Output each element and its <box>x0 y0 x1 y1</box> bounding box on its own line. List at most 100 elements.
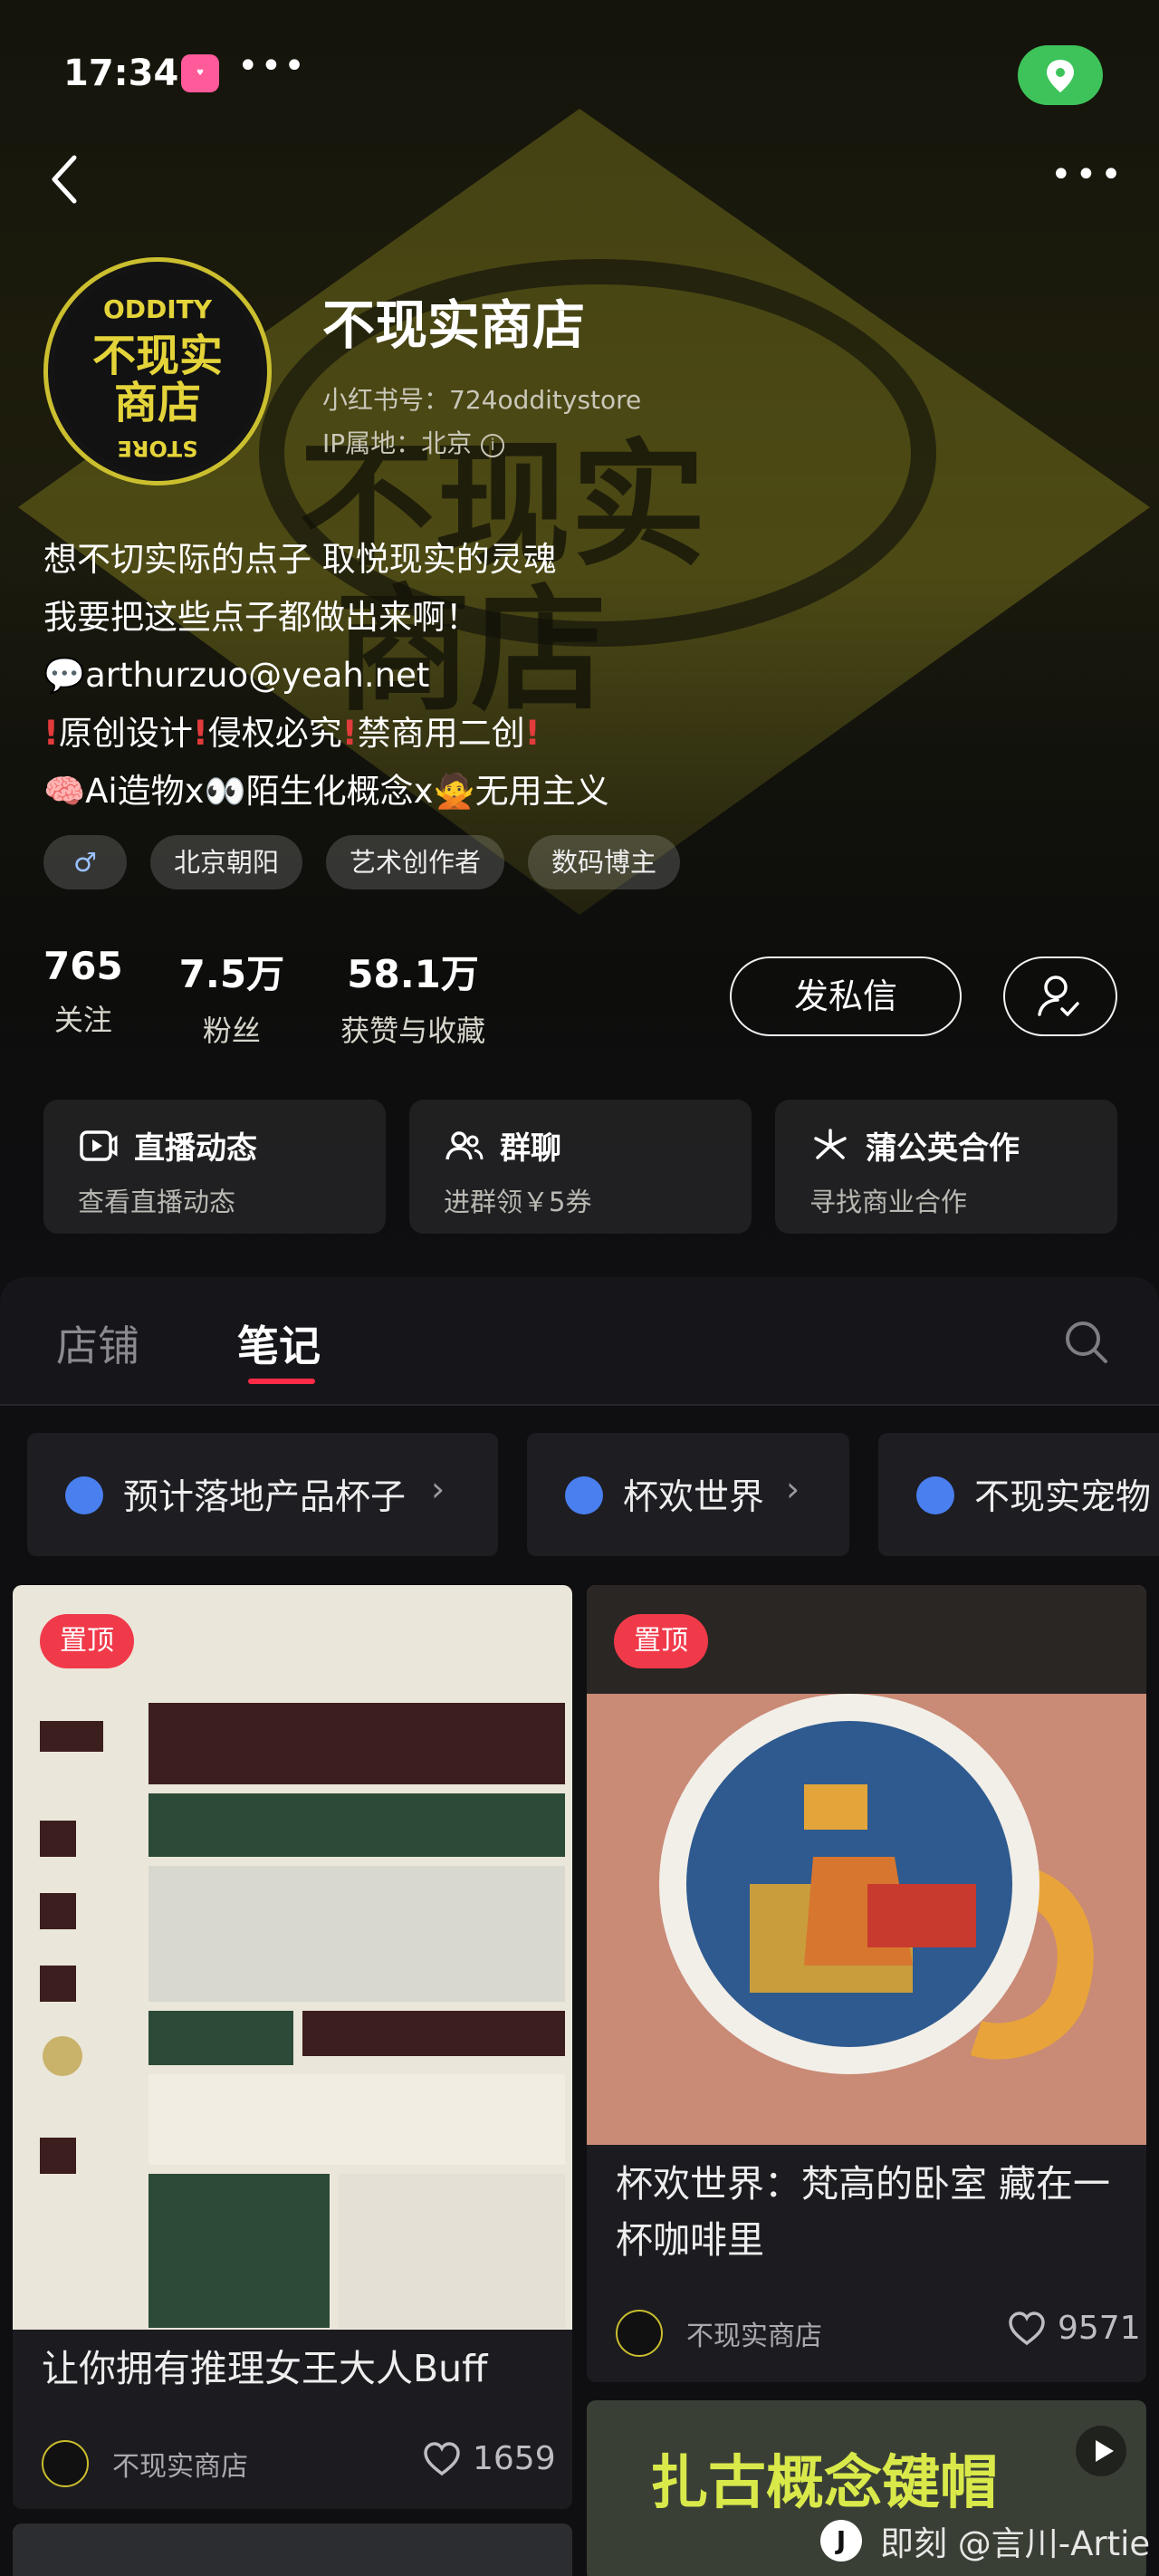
feature-cards: 直播动态 查看直播动态 群聊 进群领￥5券 蒲公英合作 寻找商业合作 <box>43 1100 1117 1234</box>
profile-name: 不现实商店 <box>322 294 586 356</box>
notes-feed: 置顶 让你拥有推理女王大人Buff 不现实商店 1659 置顶 杯欢世界：梵高的… <box>13 1585 1146 2576</box>
note-title: 杯欢世界：梵高的卧室 藏在一杯咖啡里 <box>616 2162 1111 2262</box>
stat-following[interactable]: 765 关注 <box>43 944 123 1050</box>
collection-label: 杯欢世界 <box>623 1477 765 1518</box>
collection-chip[interactable]: 杯欢世界 › <box>527 1433 849 1556</box>
pinned-badge: 置顶 <box>614 1614 708 1668</box>
ip-location: IP属地：北京 i <box>322 424 505 460</box>
bio-line: 💬arthurzuo@yeah.net <box>43 647 609 705</box>
card-dandelion[interactable]: 蒲公英合作 寻找商业合作 <box>775 1100 1117 1234</box>
like-number: 9571 <box>1058 2310 1141 2347</box>
exclamation-icon: ! <box>43 714 59 753</box>
exclamation-icon: ! <box>192 714 208 753</box>
note-title: 让你拥有推理女王大人Buff <box>42 2347 488 2390</box>
more-options-icon[interactable]: ••• <box>1050 154 1125 196</box>
tag-digital: 数码博主 <box>528 835 681 889</box>
like-number: 1659 <box>473 2440 556 2477</box>
author-avatar <box>616 2310 663 2357</box>
bio-text: 侵权必究 <box>207 714 342 753</box>
bio-text: 原创设计 <box>58 714 193 753</box>
app-notification-icon: ♥ <box>181 54 219 92</box>
ip-location-text: IP属地：北京 <box>322 428 473 458</box>
stat-followers[interactable]: 7.5万 粉丝 <box>179 944 284 1050</box>
bio-line: !原创设计!侵权必究!禁商用二创! <box>43 705 609 763</box>
card-subtitle: 寻找商业合作 <box>809 1187 968 1217</box>
author-name: 不现实商店 <box>112 2451 248 2483</box>
stat-label: 粉丝 <box>202 1014 261 1048</box>
active-tab-indicator <box>248 1379 315 1384</box>
stat-label: 获赞与收藏 <box>340 1014 486 1048</box>
tag-artist: 艺术创作者 <box>326 835 505 889</box>
card-subtitle: 进群领￥5券 <box>444 1187 592 1217</box>
note-card[interactable] <box>13 2523 572 2576</box>
collection-label: 预计落地产品杯子 <box>123 1477 407 1518</box>
collection-icon <box>565 1476 603 1514</box>
heart-icon <box>424 2441 460 2475</box>
gender-tag: ♂ <box>43 835 127 889</box>
like-count[interactable]: 1659 <box>422 2440 556 2477</box>
pinned-badge: 置顶 <box>40 1614 134 1668</box>
profile-bio: 想不切实际的点子 取悦现实的灵魂 我要把这些点子都做出来啊！ 💬arthurzu… <box>43 531 609 821</box>
avatar[interactable]: ODDITY 不现实 商店 STORE <box>43 257 272 485</box>
note-cover-coffee-cup <box>587 1585 1146 2145</box>
card-title: 直播动态 <box>134 1130 257 1167</box>
logo-text-bottom: STORE <box>118 436 198 461</box>
back-arrow-icon[interactable] <box>47 152 83 207</box>
chat-bubble-icon: 💬 <box>43 656 86 695</box>
bio-line: 想不切实际的点子 取悦现实的灵魂 <box>43 540 557 579</box>
live-icon <box>80 1130 118 1161</box>
collection-chip[interactable]: 不现实宠物 <box>878 1433 1159 1556</box>
collections-row: 预计落地产品杯子 › 杯欢世界 › 不现实宠物 <box>27 1433 1159 1563</box>
profile-header: 不现实 商店 17:34 ♥ ••• ••• ODDITY 不现实 商店 STO… <box>0 0 1159 1277</box>
logo-text-top: ODDITY <box>103 294 213 324</box>
note-card[interactable]: 置顶 杯欢世界：梵高的卧室 藏在一杯咖啡里 不现实商店 9571 <box>587 1585 1146 2382</box>
card-group-chat[interactable]: 群聊 进群领￥5券 <box>409 1100 752 1234</box>
followed-button[interactable] <box>1003 956 1117 1036</box>
profile-tags: ♂ 北京朝阳 艺术创作者 数码博主 <box>43 835 681 889</box>
oddity-store-logo: ODDITY 不现实 商店 STORE <box>54 268 261 475</box>
exclamation-icon: ! <box>341 714 358 753</box>
user-check-icon <box>1038 976 1079 1016</box>
status-overflow-icon: ••• <box>237 45 307 87</box>
collection-chip[interactable]: 预计落地产品杯子 › <box>27 1433 498 1556</box>
bio-text: 禁商用二创 <box>357 714 525 753</box>
note-cover-keyboard <box>13 1585 572 2330</box>
stat-number: 58.1万 <box>347 952 479 996</box>
info-icon[interactable]: i <box>481 434 505 457</box>
like-count[interactable]: 9571 <box>1007 2310 1141 2347</box>
bio-line: 🧠Ai造物x👀陌生化概念x🙅无用主义 <box>43 772 609 811</box>
collection-label: 不现实宠物 <box>974 1477 1152 1518</box>
note-card[interactable]: 置顶 让你拥有推理女王大人Buff 不现实商店 1659 <box>13 1585 572 2509</box>
dandelion-icon <box>814 1129 847 1159</box>
video-play-icon <box>1076 2426 1126 2476</box>
chevron-right-icon: › <box>786 1469 800 1509</box>
stat-number: 7.5万 <box>178 952 285 996</box>
search-icon[interactable] <box>1061 1317 1110 1366</box>
send-message-button[interactable]: 发私信 <box>730 956 962 1036</box>
author-avatar <box>42 2440 89 2487</box>
note-author[interactable]: 不现实商店 <box>42 2440 248 2487</box>
note-author[interactable]: 不现实商店 <box>616 2310 822 2357</box>
location-pin-icon <box>1047 60 1074 92</box>
logo-text-sub: 商店 <box>114 378 201 428</box>
exclamation-icon: ! <box>524 714 541 753</box>
logo-text-main: 不现实 <box>92 331 223 381</box>
status-bar: 17:34 ♥ ••• <box>0 45 1159 109</box>
stat-likes[interactable]: 58.1万 获赞与收藏 <box>340 944 485 1050</box>
rednote-id: 小红书号：724odditystore <box>322 385 642 415</box>
bio-email: arthurzuo@yeah.net <box>85 656 430 695</box>
tab-shop[interactable]: 店铺 <box>56 1313 139 1373</box>
card-title: 蒲公英合作 <box>866 1130 1020 1167</box>
bio-line: 我要把这些点子都做出来啊！ <box>43 598 479 637</box>
status-time: 17:34 <box>63 53 179 94</box>
tab-notes[interactable]: 笔记 <box>237 1313 321 1373</box>
chevron-right-icon: › <box>431 1469 445 1509</box>
heart-icon <box>1009 2311 1045 2345</box>
card-subtitle: 查看直播动态 <box>78 1187 236 1217</box>
card-live[interactable]: 直播动态 查看直播动态 <box>43 1100 386 1234</box>
tag-location: 北京朝阳 <box>150 835 303 889</box>
watermark: J 即刻 @言川-Artie <box>820 2516 1150 2565</box>
collection-icon <box>916 1476 954 1514</box>
watermark-text: 即刻 @言川-Artie <box>880 2524 1151 2563</box>
jike-logo-icon: J <box>820 2520 862 2562</box>
